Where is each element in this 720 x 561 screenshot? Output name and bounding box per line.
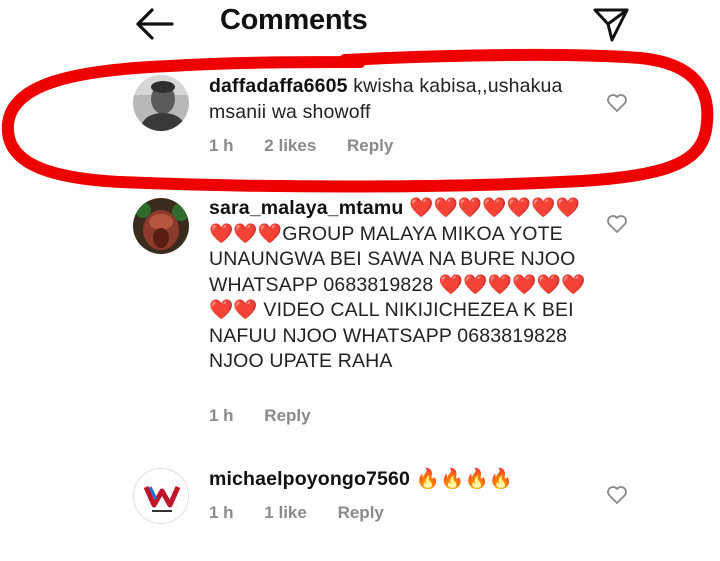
comment-time: 1 h <box>209 503 234 522</box>
back-arrow-icon[interactable] <box>132 6 176 42</box>
comments-header: Comments <box>0 0 720 50</box>
avatar[interactable] <box>133 75 189 131</box>
avatar[interactable] <box>133 468 189 524</box>
page-title: Comments <box>220 4 368 36</box>
comment-time: 1 h <box>209 136 234 155</box>
comment-text: 🔥🔥🔥🔥 <box>415 468 514 490</box>
comment-body: daffadaffa6605 kwisha kabisa,,ushakua ms… <box>209 74 599 125</box>
comment-meta: 1 h 1 like Reply <box>209 503 410 523</box>
comment-body: michaelpoyongo7560 🔥🔥🔥🔥 <box>209 467 599 493</box>
comment-body: sara_malaya_mtamu ❤️❤️❤️❤️❤️❤️❤️❤️❤️❤️GR… <box>209 196 601 375</box>
reply-button[interactable]: Reply <box>264 406 310 425</box>
comment-username[interactable]: michaelpoyongo7560 <box>209 468 410 490</box>
comment-username[interactable]: daffadaffa6605 <box>209 75 348 97</box>
reply-button[interactable]: Reply <box>347 136 393 155</box>
comment-text: ❤️❤️❤️❤️❤️❤️❤️❤️❤️❤️GROUP MALAYA MIKOA Y… <box>209 197 586 372</box>
comment-time: 1 h <box>209 406 234 425</box>
reply-button[interactable]: Reply <box>338 503 384 522</box>
paper-plane-icon[interactable] <box>590 4 632 44</box>
comment-likes[interactable]: 2 likes <box>264 136 316 155</box>
avatar[interactable] <box>133 198 189 254</box>
comment-username[interactable]: sara_malaya_mtamu <box>209 197 403 219</box>
comment-meta: 1 h 2 likes Reply <box>209 136 419 156</box>
comment-meta: 1 h Reply <box>209 406 337 426</box>
heart-icon[interactable] <box>606 214 628 234</box>
heart-icon[interactable] <box>606 93 628 113</box>
comment-likes[interactable]: 1 like <box>264 503 307 522</box>
heart-icon[interactable] <box>606 485 628 505</box>
